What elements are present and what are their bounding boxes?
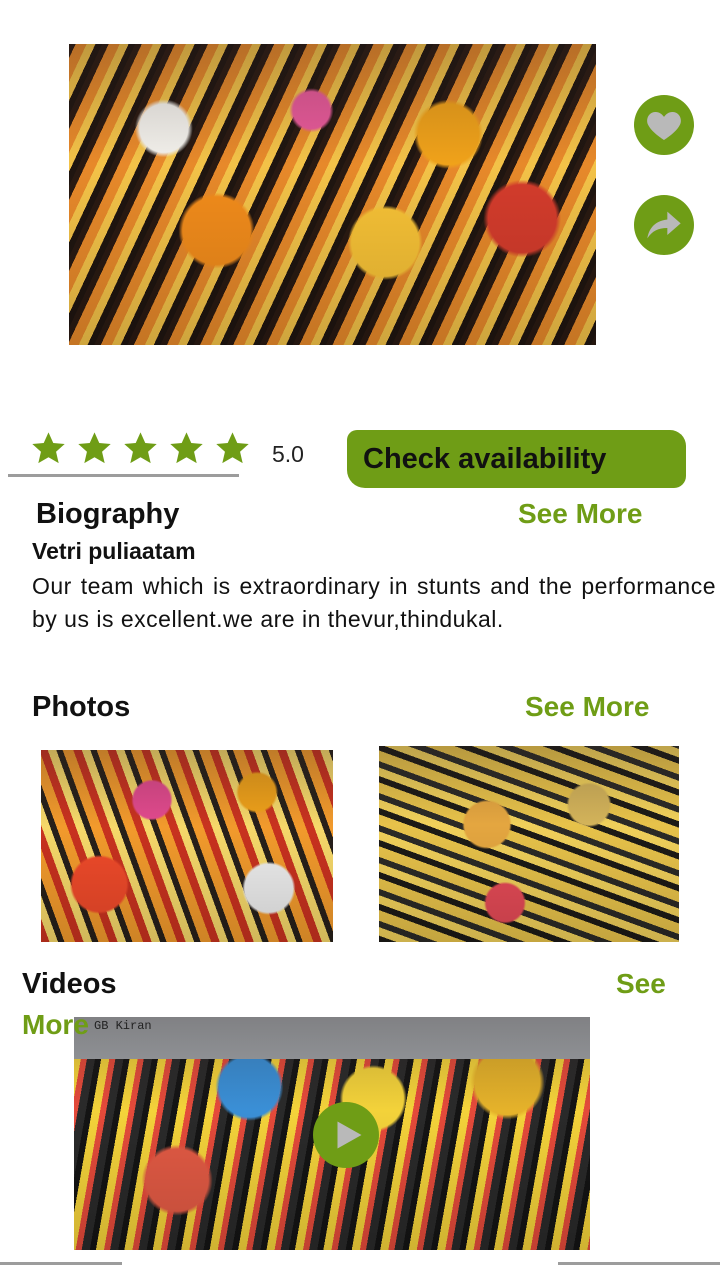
star-icon bbox=[216, 432, 249, 464]
star-icon bbox=[170, 432, 203, 464]
share-icon bbox=[647, 211, 681, 239]
videos-see-more-link[interactable]: See bbox=[616, 968, 666, 1000]
play-icon bbox=[337, 1121, 362, 1149]
share-button[interactable] bbox=[634, 195, 694, 255]
rating-value: 5.0 bbox=[272, 441, 304, 467]
star-icon bbox=[124, 432, 157, 464]
star-rating bbox=[30, 430, 251, 467]
star-icon bbox=[78, 432, 111, 464]
videos-title: Videos bbox=[22, 968, 117, 1000]
favorite-button[interactable] bbox=[634, 95, 694, 155]
divider bbox=[0, 1262, 122, 1265]
photo-thumbnail[interactable] bbox=[379, 746, 679, 942]
hero-image bbox=[69, 44, 596, 345]
biography-see-more-link[interactable]: See More bbox=[518, 498, 643, 530]
heart-icon bbox=[647, 111, 681, 140]
star-icon bbox=[32, 432, 65, 464]
videos-see-more-link-continued[interactable]: More bbox=[22, 1009, 89, 1041]
photos-see-more-link[interactable]: See More bbox=[525, 691, 650, 723]
video-watermark: GB Kiran bbox=[94, 1019, 152, 1033]
divider bbox=[558, 1262, 720, 1265]
performer-name: Vetri puliaatam bbox=[32, 538, 196, 564]
check-availability-button[interactable]: Check availability bbox=[347, 430, 686, 488]
photos-title: Photos bbox=[32, 691, 131, 723]
biography-title: Biography bbox=[36, 498, 180, 530]
biography-text: Our team which is extraordinary in stunt… bbox=[32, 573, 716, 632]
photo-thumbnail[interactable] bbox=[41, 750, 333, 942]
play-button[interactable] bbox=[313, 1102, 379, 1168]
divider bbox=[8, 474, 239, 477]
